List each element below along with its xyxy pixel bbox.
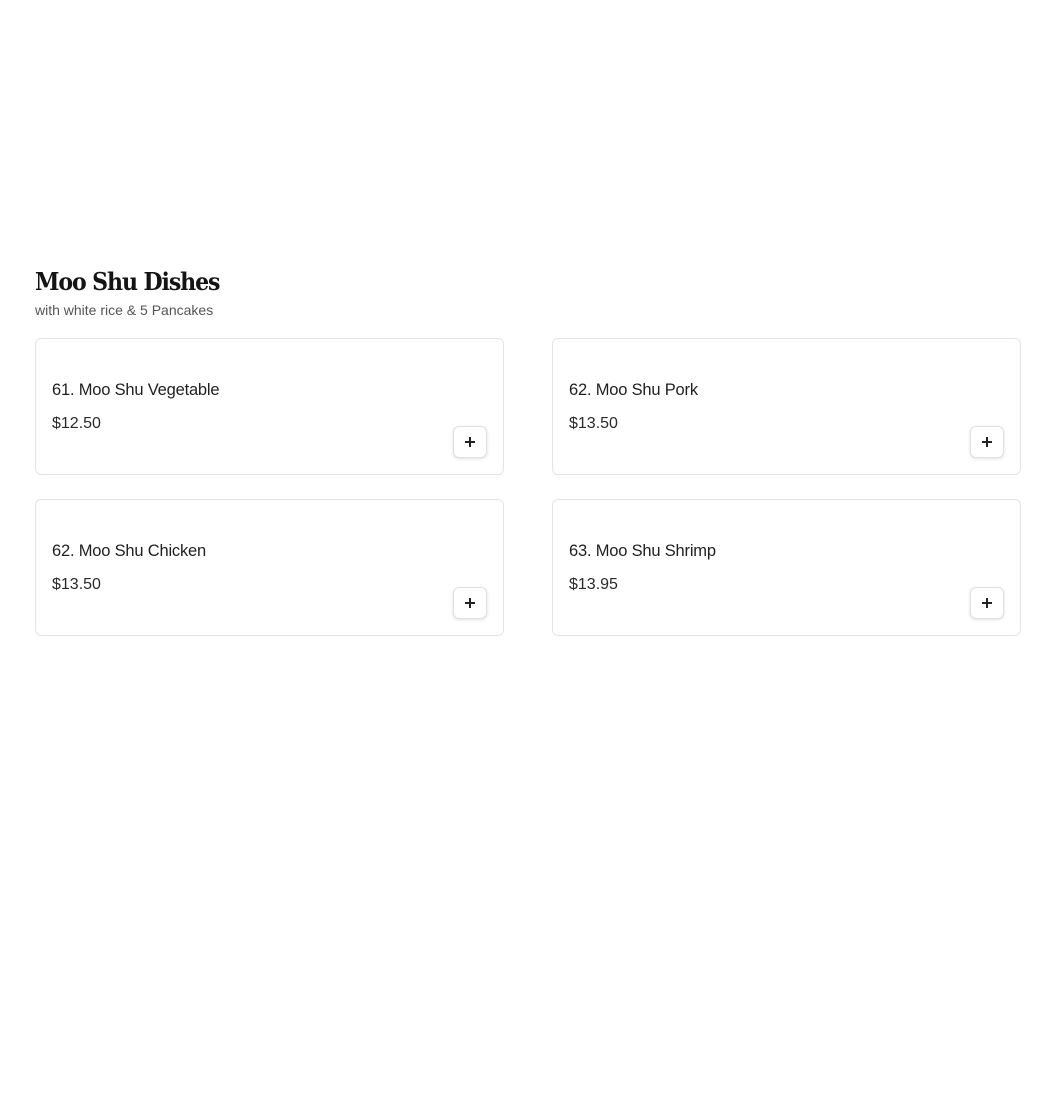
plus-icon <box>982 437 992 447</box>
menu-item-price: $13.50 <box>52 576 101 593</box>
plus-icon <box>982 598 992 608</box>
menu-item-card[interactable]: 62. Moo Shu Pork $13.50 <box>552 338 1021 475</box>
menu-item-price: $12.50 <box>52 415 101 432</box>
add-to-cart-button[interactable] <box>970 426 1004 458</box>
menu-item-price: $13.95 <box>569 576 618 593</box>
section-subtitle: with white rice & 5 Pancakes <box>35 302 214 318</box>
menu-item-price: $13.50 <box>569 415 618 432</box>
plus-icon <box>465 598 475 608</box>
menu-item-card[interactable]: 63. Moo Shu Shrimp $13.95 <box>552 499 1021 636</box>
menu-item-name: 61. Moo Shu Vegetable <box>52 381 220 399</box>
menu-item-card[interactable]: 61. Moo Shu Vegetable $12.50 <box>35 338 504 475</box>
add-to-cart-button[interactable] <box>453 426 487 458</box>
menu-item-card[interactable]: 62. Moo Shu Chicken $13.50 <box>35 499 504 636</box>
menu-item-grid: 61. Moo Shu Vegetable $12.50 62. Moo Shu… <box>35 338 1021 636</box>
add-to-cart-button[interactable] <box>453 587 487 619</box>
menu-item-name: 62. Moo Shu Chicken <box>52 542 206 560</box>
menu-item-name: 62. Moo Shu Pork <box>569 381 698 399</box>
plus-icon <box>465 437 475 447</box>
section-title: Moo Shu Dishes <box>35 267 220 296</box>
add-to-cart-button[interactable] <box>970 587 1004 619</box>
menu-section-moo-shu: Moo Shu Dishes with white rice & 5 Panca… <box>35 264 1021 636</box>
menu-item-name: 63. Moo Shu Shrimp <box>569 542 716 560</box>
